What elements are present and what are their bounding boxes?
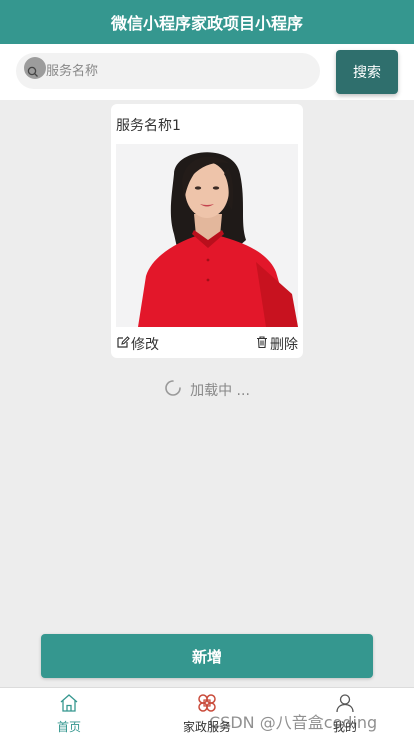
edit-icon (116, 335, 130, 353)
home-icon (58, 694, 80, 718)
search-button[interactable]: 搜索 (336, 50, 398, 94)
service-name: 服务名称1 (116, 118, 181, 134)
search-box[interactable] (16, 53, 320, 89)
card-actions: 修改 删除 (116, 334, 298, 354)
page-title: 微信小程序家政项目小程序 (110, 14, 303, 33)
delete-button[interactable]: 删除 (255, 334, 298, 354)
service-card[interactable]: 服务名称1 修改 删除 (111, 104, 303, 358)
tab-mine-label: 我的 (332, 720, 357, 734)
add-button[interactable]: 新增 (41, 634, 373, 678)
search-input[interactable] (46, 53, 316, 89)
user-icon (334, 694, 356, 718)
loading-text: 加载中 ... (190, 383, 250, 399)
search-icon (24, 57, 46, 81)
loading-spinner-icon (164, 379, 182, 401)
trash-icon (255, 335, 269, 353)
service-image[interactable] (116, 144, 298, 327)
tab-bar: 首页 家政服务 我的 (0, 687, 414, 740)
search-bar: 搜索 (0, 44, 414, 100)
delete-label: 删除 (270, 337, 298, 353)
tab-service[interactable]: 家政服务 (162, 692, 252, 736)
tab-home[interactable]: 首页 (24, 692, 114, 736)
edit-button[interactable]: 修改 (116, 334, 159, 354)
tab-mine[interactable]: 我的 (300, 692, 390, 736)
service-grid-icon (196, 694, 218, 718)
tab-home-label: 首页 (56, 720, 81, 734)
edit-label: 修改 (131, 337, 159, 353)
tab-service-label: 家政服务 (182, 720, 231, 734)
loading-indicator: 加载中 ... (0, 378, 414, 402)
navigation-bar: 微信小程序家政项目小程序 (0, 0, 414, 44)
